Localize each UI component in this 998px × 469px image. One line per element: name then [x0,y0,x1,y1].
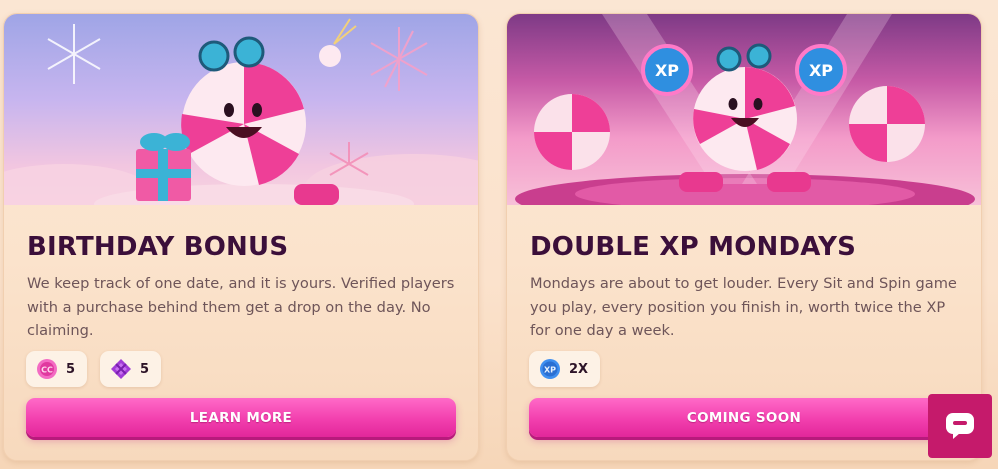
reward-chips: XP 2X [529,351,601,387]
gold-coin-icon: CC [37,359,57,379]
reward-value: 5 [66,361,76,377]
reward-chip-gems: 5 [100,351,162,387]
birthday-mascot-illustration [4,18,478,205]
learn-more-button[interactable]: LEARN MORE [26,398,456,437]
birthday-bonus-card: BIRTHDAY BONUS We keep track of one date… [3,13,479,461]
reward-value: 5 [140,361,150,377]
double-xp-mondays-card: XP XP DOUBLE XP MONDAYS Mondays are abou… [506,13,982,461]
svg-text:XP: XP [809,61,833,80]
reward-chip-xp: XP 2X [529,351,601,387]
card-description: Mondays are about to get louder. Every S… [530,275,957,339]
card-title: DOUBLE XP MONDAYS [530,232,857,262]
svg-text:CC: CC [41,366,53,375]
chat-widget-button[interactable] [928,394,992,458]
xp-mascot-illustration: XP XP [515,14,975,205]
card-title: BIRTHDAY BONUS [27,232,289,262]
birthday-hero-image [4,14,478,205]
double-xp-hero-image: XP XP [507,14,981,205]
reward-value: 2X [569,361,589,377]
chat-bubble-icon [946,413,974,439]
reward-chips: CC 5 5 [26,351,162,387]
svg-text:XP: XP [655,61,679,80]
svg-text:XP: XP [544,366,556,375]
purple-gem-icon [111,359,132,379]
xp-badge-icon: XP [540,359,560,379]
coming-soon-button[interactable]: COMING SOON [529,398,959,437]
card-description: We keep track of one date, and it is you… [27,275,455,339]
reward-chip-coins: CC 5 [26,351,88,387]
